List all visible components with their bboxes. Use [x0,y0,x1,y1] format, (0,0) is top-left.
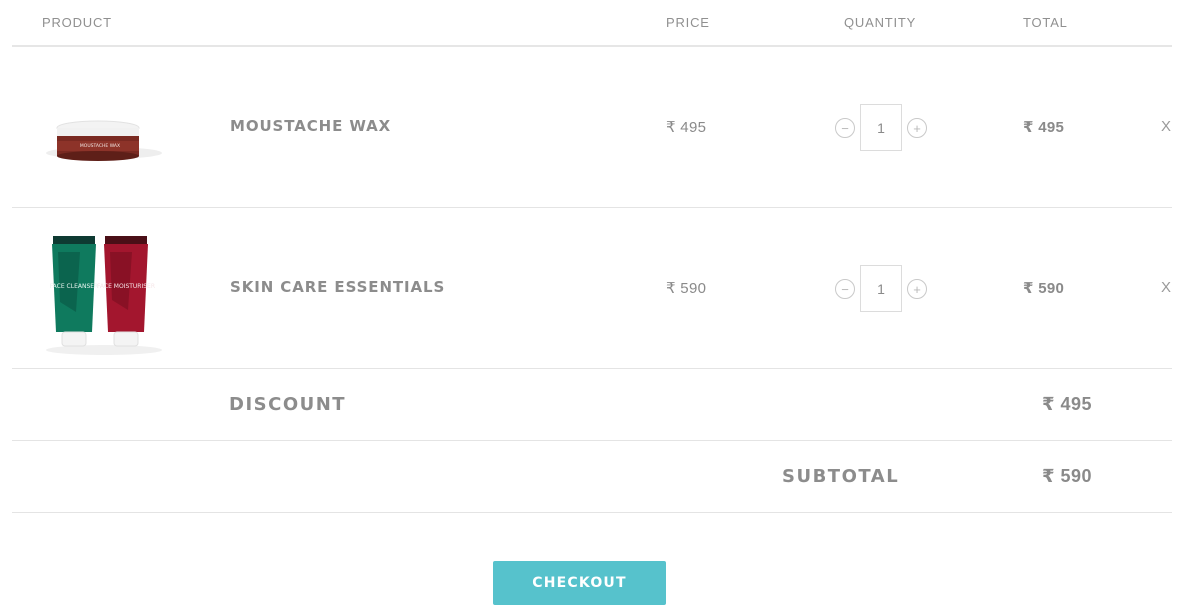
cart-table: PRODUCT PRICE QUANTITY TOTAL MOUSTACHE W… [12,0,1172,611]
line-total: ₹ 495 [1023,119,1065,136]
checkout-button[interactable]: CHECKOUT [493,561,666,605]
unit-price: ₹ 590 [666,280,707,297]
cart-row-skin-care-essentials: FACE CLEANSER FACE MOISTURISER SKIN CARE… [12,208,1172,369]
header-quantity: QUANTITY [844,15,917,30]
discount-label: DISCOUNT [229,394,347,415]
subtotal-row: SUBTOTAL ₹ 590 [12,441,1172,513]
tube-label-cleanser: FACE CLEANSER [50,283,98,290]
discount-row: DISCOUNT ₹ 495 [12,369,1172,441]
subtotal-label: SUBTOTAL [782,466,900,487]
product-name[interactable]: MOUSTACHE WAX [230,117,391,135]
cart-header: PRODUCT PRICE QUANTITY TOTAL [12,0,1172,47]
quantity-increase-button[interactable]: + [907,118,927,138]
quantity-decrease-button[interactable]: − [835,118,855,138]
quantity-input[interactable] [860,104,902,151]
remove-item-button[interactable]: X [1161,279,1171,296]
quantity-decrease-button[interactable]: − [835,279,855,299]
discount-value: ₹ 495 [1042,394,1093,414]
header-total: TOTAL [1023,15,1068,30]
tube-label-moisturiser: FACE MOISTURISER [97,283,155,290]
product-image-moustache-wax[interactable]: MOUSTACHE WAX [40,61,174,195]
product-name[interactable]: SKIN CARE ESSENTIALS [230,278,445,296]
subtotal-value: ₹ 590 [1042,466,1093,486]
header-price: PRICE [666,15,710,30]
remove-item-button[interactable]: X [1161,118,1171,135]
unit-price: ₹ 495 [666,119,707,136]
header-product: PRODUCT [42,15,112,30]
product-image-skin-care-essentials[interactable]: FACE CLEANSER FACE MOISTURISER [40,222,174,356]
jar-label: MOUSTACHE WAX [80,143,120,149]
quantity-increase-button[interactable]: + [907,279,927,299]
line-total: ₹ 590 [1023,280,1065,297]
quantity-input[interactable] [860,265,902,312]
cart-row-moustache-wax: MOUSTACHE WAX MOUSTACHE WAX ₹ 495 − + ₹ … [12,47,1172,208]
